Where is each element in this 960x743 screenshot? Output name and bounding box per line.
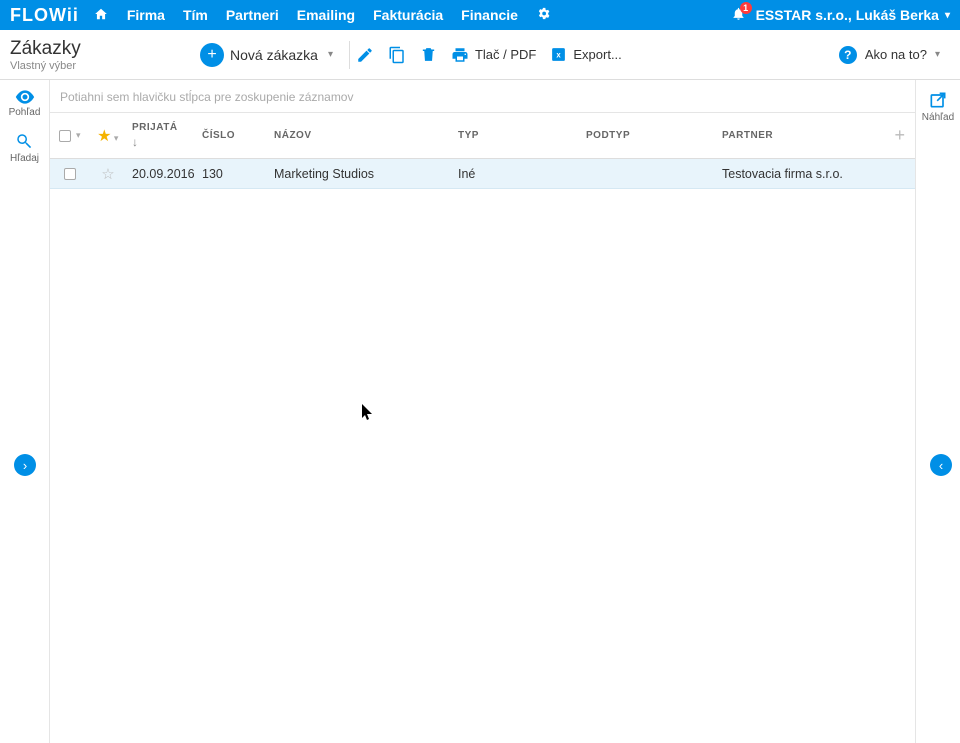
account-name: ESSTAR s.r.o., Lukáš Berka	[756, 7, 939, 23]
grid-content: Potiahni sem hlavičku stĺpca pre zoskupe…	[50, 80, 916, 743]
new-order-label: Nová zákazka	[230, 47, 318, 63]
sidebar-search-label: Hľadaj	[10, 153, 39, 164]
sidebar-search-button[interactable]: Hľadaj	[10, 132, 39, 164]
settings-icon[interactable]	[536, 6, 551, 24]
page-title: Zákazky	[10, 38, 170, 60]
table-header: ▾ ★▾ PRIJATÁ ↓ ČÍSLO NÁZOV TYP PODTYP	[50, 113, 915, 159]
col-partner[interactable]: PARTNER	[716, 130, 885, 141]
col-type[interactable]: TYP	[452, 130, 580, 141]
col-name-label: NÁZOV	[274, 130, 312, 141]
star-outline-icon[interactable]: ☆	[101, 166, 114, 183]
external-link-icon	[928, 90, 948, 110]
col-name[interactable]: NÁZOV	[268, 130, 452, 141]
col-type-label: TYP	[458, 130, 479, 141]
col-subtype[interactable]: PODTYP	[580, 130, 716, 141]
nav-firma[interactable]: Firma	[127, 7, 165, 23]
col-partner-label: PARTNER	[722, 130, 773, 141]
notifications-icon[interactable]: 1	[731, 6, 746, 24]
cell-type: Iné	[452, 167, 580, 181]
sidebar-view-button[interactable]: Pohľad	[9, 90, 41, 118]
table-row[interactable]: ☆ 20.09.2016 130 Marketing Studios Iné T…	[50, 159, 915, 189]
chevron-down-icon: ▾	[935, 49, 940, 60]
copy-icon[interactable]	[388, 46, 406, 64]
col-number[interactable]: ČÍSLO	[196, 130, 268, 141]
col-date-label: PRIJATÁ	[132, 122, 178, 133]
nav-financie[interactable]: Financie	[461, 7, 518, 23]
account-menu[interactable]: ESSTAR s.r.o., Lukáš Berka ▾	[756, 7, 950, 23]
add-column-button[interactable]: +	[885, 125, 915, 146]
search-icon	[15, 132, 33, 150]
page-title-block: Zákazky Vlastný výber	[10, 38, 170, 72]
sort-arrow-icon: ↓	[132, 135, 190, 149]
new-order-dropdown[interactable]: ▾	[328, 49, 333, 60]
sidebar-view-label: Pohľad	[9, 107, 41, 118]
plus-icon: +	[200, 43, 224, 67]
col-subtype-label: PODTYP	[586, 130, 630, 141]
export-label: Export...	[573, 47, 621, 62]
help-icon: ?	[839, 46, 857, 64]
top-nav: FLOWii Firma Tím Partneri Emailing Faktu…	[0, 0, 960, 30]
home-icon[interactable]	[93, 7, 109, 24]
chevron-down-icon: ▾	[945, 10, 950, 21]
nav-tim[interactable]: Tím	[183, 7, 208, 23]
notif-badge: 1	[740, 2, 752, 14]
print-label: Tlač / PDF	[475, 47, 536, 62]
cell-number: 130	[196, 167, 268, 181]
divider	[349, 41, 350, 69]
svg-text:x: x	[557, 50, 562, 59]
row-checkbox[interactable]	[64, 168, 76, 180]
export-button[interactable]: x Export...	[550, 46, 621, 63]
print-icon	[451, 46, 469, 64]
app-logo[interactable]: FLOWii	[10, 5, 79, 26]
sidebar-right: Náhľad	[916, 80, 960, 743]
col-star[interactable]: ★▾	[90, 126, 126, 146]
expand-left-button[interactable]: ›	[14, 454, 36, 476]
toolbar: Zákazky Vlastný výber + Nová zákazka ▾ T…	[0, 30, 960, 80]
edit-icon[interactable]	[356, 46, 374, 64]
nav-emailing[interactable]: Emailing	[297, 7, 355, 23]
sidebar-left: Pohľad Hľadaj	[0, 80, 50, 743]
chevron-down-icon: ▾	[114, 133, 119, 143]
help-label: Ako na to?	[865, 47, 927, 62]
cell-name: Marketing Studios	[268, 167, 452, 181]
export-icon: x	[550, 46, 567, 63]
preview-button[interactable]: Náhľad	[922, 90, 954, 123]
nav-partneri[interactable]: Partneri	[226, 7, 279, 23]
help-button[interactable]: ? Ako na to? ▾	[839, 46, 950, 64]
col-date[interactable]: PRIJATÁ ↓	[126, 122, 196, 149]
select-all[interactable]: ▾	[50, 130, 90, 142]
page-subtitle: Vlastný výber	[10, 60, 170, 72]
chevron-left-icon: ‹	[939, 458, 943, 473]
group-hint[interactable]: Potiahni sem hlavičku stĺpca pre zoskupe…	[50, 80, 915, 113]
chevron-right-icon: ›	[23, 458, 27, 473]
cell-partner: Testovacia firma s.r.o.	[716, 167, 885, 181]
logo-text: FLOWii	[10, 5, 79, 26]
delete-icon[interactable]	[420, 46, 437, 63]
chevron-down-icon: ▾	[76, 130, 81, 141]
main-area: Pohľad Hľadaj Potiahni sem hlavičku stĺp…	[0, 80, 960, 743]
checkbox-icon	[59, 130, 71, 142]
new-order-button[interactable]: + Nová zákazka	[200, 43, 318, 67]
expand-right-button[interactable]: ‹	[930, 454, 952, 476]
print-button[interactable]: Tlač / PDF	[451, 46, 536, 64]
col-num-label: ČÍSLO	[202, 130, 235, 141]
cell-date: 20.09.2016	[126, 167, 196, 181]
preview-label: Náhľad	[922, 112, 954, 123]
eye-icon	[15, 90, 35, 104]
star-icon: ★	[97, 128, 112, 145]
nav-fakturacia[interactable]: Fakturácia	[373, 7, 443, 23]
